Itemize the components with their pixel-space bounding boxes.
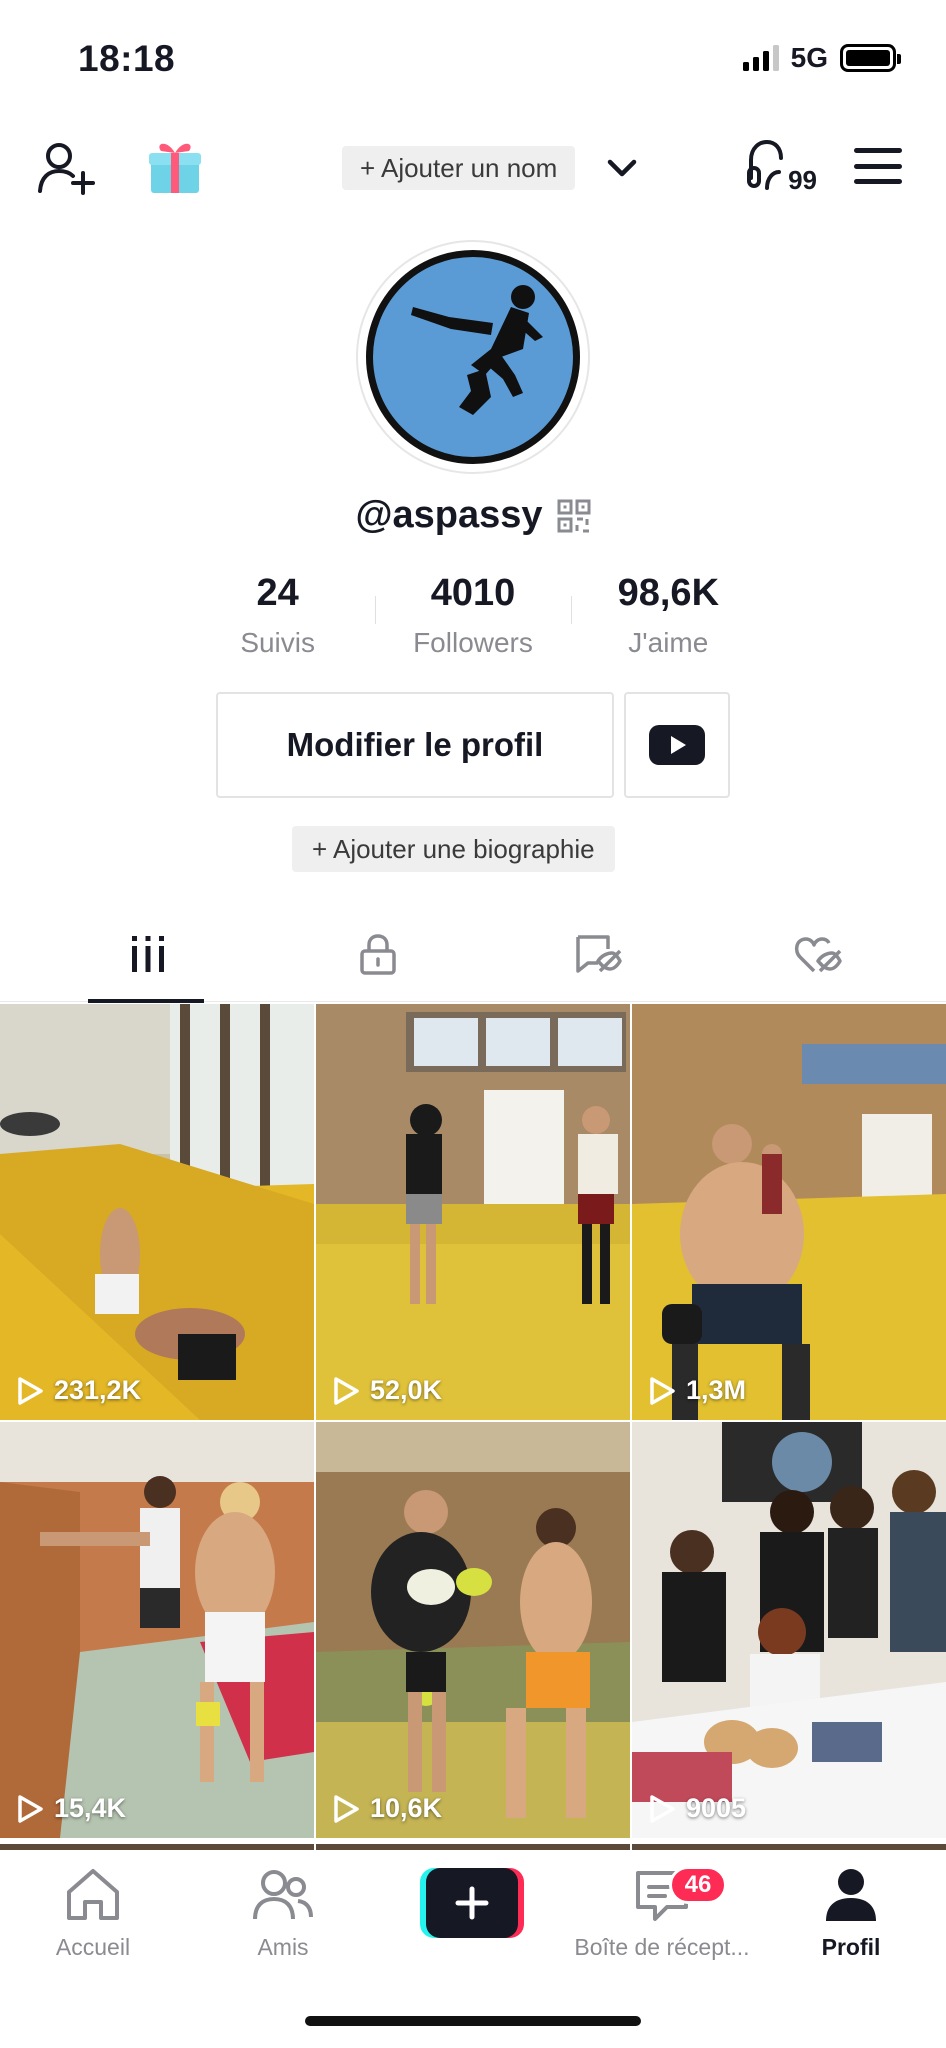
status-indicators: 5G <box>742 42 901 74</box>
menu-icon[interactable] <box>852 142 904 190</box>
plus-icon <box>426 1868 518 1938</box>
view-count-value: 231,2K <box>54 1375 142 1405</box>
stat-likes[interactable]: 98,6K J'aime <box>570 572 766 659</box>
status-bar: 18:18 5G <box>0 0 946 110</box>
tab-liked[interactable] <box>708 906 928 1002</box>
nav-profile[interactable]: Profil <box>756 1864 946 1961</box>
headphones-count: 99 <box>788 165 817 195</box>
nav-label: Amis <box>257 1934 309 1960</box>
network-label: 5G <box>790 42 828 73</box>
username: @aspassy <box>355 494 543 536</box>
video-thumbnail[interactable]: 15,4K <box>0 1422 314 1838</box>
play-icon <box>18 1376 43 1405</box>
play-icon <box>334 1376 359 1405</box>
stat-label: J'aime <box>628 627 709 658</box>
nav-label: Profil <box>821 1934 881 1960</box>
add-friend-icon[interactable] <box>36 138 96 198</box>
play-icon <box>18 1794 43 1823</box>
tab-reposts[interactable] <box>488 906 708 1002</box>
view-count-value: 10,6K <box>370 1793 443 1823</box>
stat-label: Followers <box>413 627 533 658</box>
video-thumbnail[interactable]: 1,3M <box>632 1004 946 1420</box>
stat-label: Suivis <box>240 627 316 658</box>
avatar-image <box>366 250 580 464</box>
tab-videos[interactable] <box>28 906 268 1003</box>
nav-friends[interactable]: Amis <box>188 1864 378 1961</box>
avatar[interactable] <box>356 240 590 474</box>
youtube-button[interactable] <box>624 692 730 798</box>
view-count: 52,0K <box>330 1375 442 1406</box>
status-time: 18:18 <box>78 38 176 79</box>
gift-icon[interactable] <box>146 136 204 196</box>
add-bio-button[interactable]: + Ajouter une biographie <box>292 826 615 872</box>
headphones-icon[interactable]: 99 <box>745 136 817 200</box>
qr-code-icon[interactable] <box>557 499 591 533</box>
video-thumbnail[interactable]: 10,6K <box>316 1422 630 1838</box>
view-count: 15,4K <box>14 1793 126 1824</box>
home-indicator <box>305 2016 641 2026</box>
profile-stats: 24 Suivis 4010 Followers 98,6K J'aime <box>180 572 766 659</box>
profile-tabs <box>0 906 946 1003</box>
view-count-value: 9005 <box>686 1793 747 1823</box>
view-count-value: 52,0K <box>370 1375 443 1405</box>
battery-icon <box>840 44 901 72</box>
play-icon <box>650 1376 675 1405</box>
play-icon <box>334 1794 359 1823</box>
nav-inbox[interactable]: 46 Boîte de récept... <box>567 1864 757 1961</box>
stat-followers[interactable]: 4010 Followers <box>375 572 570 659</box>
video-thumbnail[interactable]: 231,2K <box>0 1004 314 1420</box>
friends-icon <box>252 1864 314 1926</box>
view-count: 10,6K <box>330 1793 442 1824</box>
view-count-value: 15,4K <box>54 1793 127 1823</box>
tab-private[interactable] <box>268 906 488 1002</box>
hidden-likes-icon <box>794 937 842 973</box>
videos-grid-icon <box>132 936 164 972</box>
stat-value: 4010 <box>430 572 516 614</box>
youtube-icon <box>649 725 705 765</box>
profile-icon <box>820 1864 882 1926</box>
view-count-value: 1,3M <box>686 1375 747 1405</box>
stat-value: 98,6K <box>617 572 720 614</box>
play-icon <box>650 1794 675 1823</box>
signal-icon <box>742 45 779 71</box>
username-row: @aspassy <box>0 494 946 537</box>
chevron-down-icon[interactable] <box>604 150 640 186</box>
nav-label: Accueil <box>55 1934 131 1960</box>
view-count: 9005 <box>646 1793 746 1824</box>
video-thumbnail[interactable]: 52,0K <box>316 1004 630 1420</box>
edit-profile-button[interactable]: Modifier le profil <box>216 692 614 798</box>
nav-home[interactable]: Accueil <box>0 1864 188 1961</box>
lock-icon <box>360 934 396 975</box>
create-button[interactable] <box>420 1868 524 1938</box>
view-count: 231,2K <box>14 1375 141 1406</box>
profile-top-bar: + Ajouter un nom 99 <box>0 130 946 202</box>
video-thumbnail[interactable]: 9005 <box>632 1422 946 1838</box>
view-count: 1,3M <box>646 1375 746 1406</box>
stat-following[interactable]: 24 Suivis <box>180 572 375 659</box>
nav-label: Boîte de récept... <box>574 1934 750 1960</box>
inbox-badge: 46 <box>669 1866 727 1904</box>
video-grid: 231,2K 52,0K 1,3M 15,4K 10,6K 9005 <box>0 1004 946 1838</box>
stat-value: 24 <box>256 572 299 614</box>
add-name-button[interactable]: + Ajouter un nom <box>342 146 576 190</box>
hidden-reposts-icon <box>576 935 622 973</box>
home-icon <box>62 1864 124 1926</box>
